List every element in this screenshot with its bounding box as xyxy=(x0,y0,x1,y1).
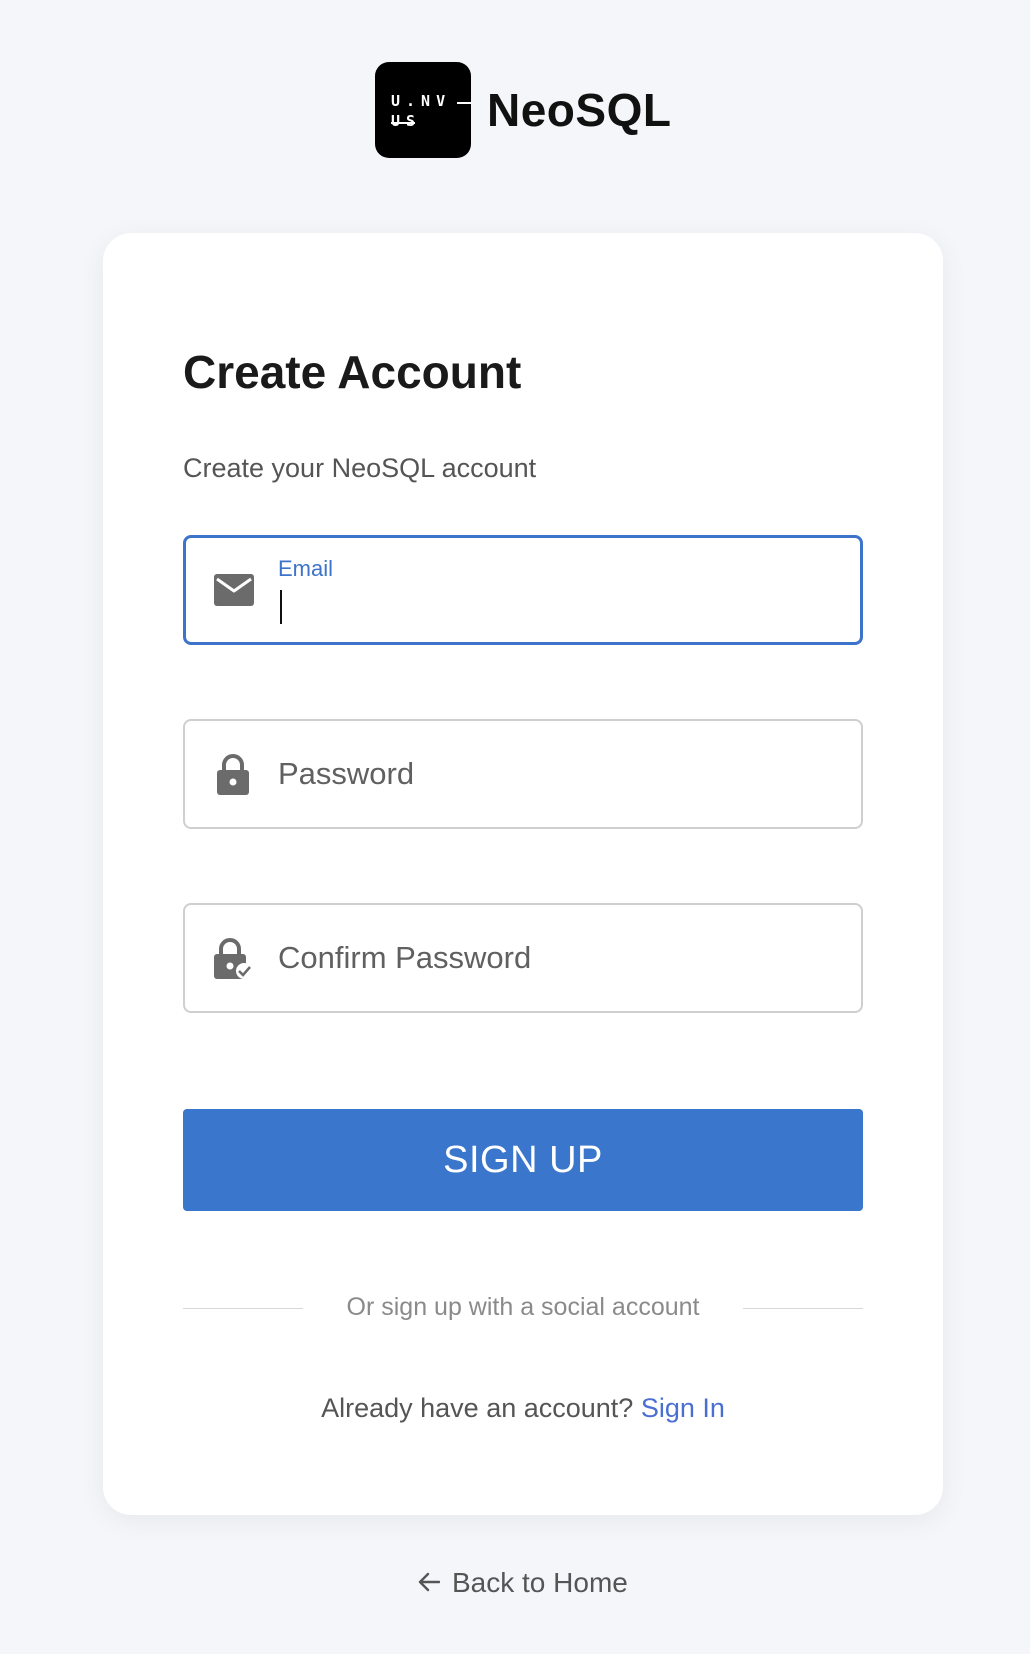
logo-text-line2: US xyxy=(391,112,422,130)
email-input[interactable] xyxy=(278,586,838,626)
email-label: Email xyxy=(278,556,334,581)
brand-logo: U.NV US xyxy=(375,62,471,158)
brand-header: U.NV US NeoSQL xyxy=(375,62,671,158)
arrow-left-icon xyxy=(418,1567,441,1599)
logo-text-line1: U.NV xyxy=(391,92,452,110)
sign-up-button[interactable]: SIGN UP xyxy=(183,1109,863,1211)
mail-icon xyxy=(212,568,256,612)
email-field[interactable]: Email xyxy=(183,535,863,645)
lock-icon xyxy=(211,752,255,796)
signin-prompt-row: Already have an account? Sign In xyxy=(103,1393,943,1424)
logo-dash-mark xyxy=(457,102,471,104)
confirm-password-field[interactable]: Confirm Password xyxy=(183,903,863,1013)
password-placeholder: Password xyxy=(278,756,415,791)
confirm-password-placeholder: Confirm Password xyxy=(278,940,532,975)
logo-underline-mark xyxy=(391,122,415,124)
signin-prompt: Already have an account? xyxy=(321,1393,634,1423)
password-field[interactable]: Password xyxy=(183,719,863,829)
signup-card: Create Account Create your NeoSQL accoun… xyxy=(103,233,943,1515)
page-subtitle: Create your NeoSQL account xyxy=(183,453,537,483)
divider-line-right xyxy=(743,1308,863,1309)
brand-name: NeoSQL xyxy=(487,84,672,136)
social-divider: Or sign up with a social account xyxy=(183,1293,863,1323)
page-title: Create Account xyxy=(183,346,522,398)
sign-in-link[interactable]: Sign In xyxy=(641,1393,725,1423)
back-to-home-label: Back to Home xyxy=(452,1567,628,1598)
back-to-home-link[interactable]: Back to Home xyxy=(418,1567,628,1599)
lock-check-icon xyxy=(211,936,255,980)
